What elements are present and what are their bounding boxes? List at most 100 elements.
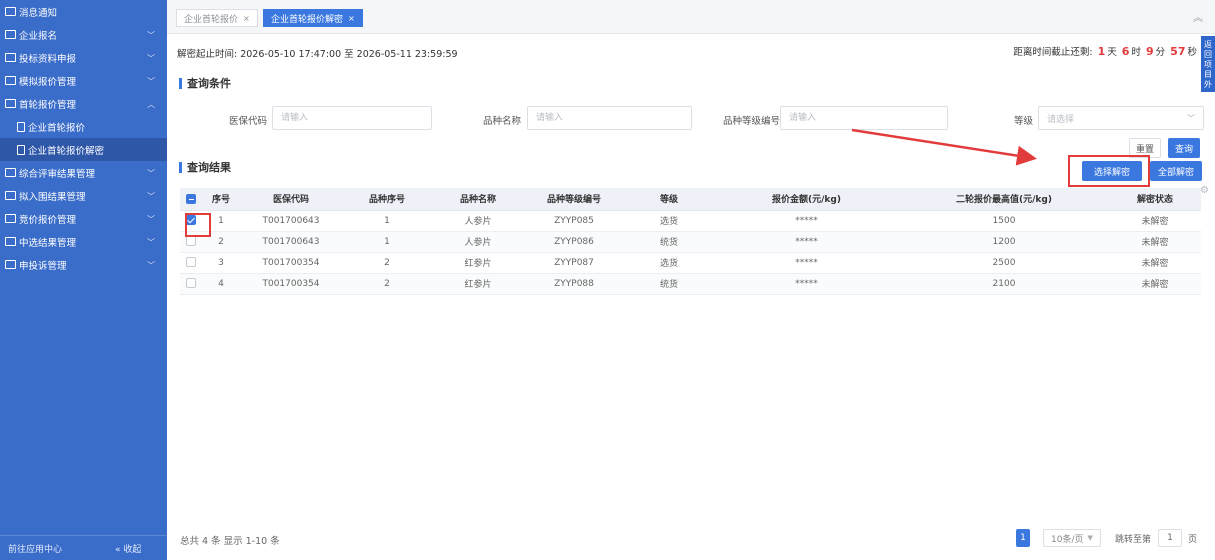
table-cell: ZYYP087 bbox=[524, 252, 624, 274]
table-cell: 统货 bbox=[624, 273, 714, 295]
sidebar-item-label: 首轮报价管理 bbox=[19, 99, 77, 111]
table-cell: 1200 bbox=[899, 231, 1109, 253]
document-icon bbox=[17, 144, 25, 155]
decrypt-period: 解密起止时间: 2026-05-10 17:47:00 至 2026-05-11… bbox=[177, 49, 458, 60]
table-cell: 未解密 bbox=[1109, 273, 1201, 295]
table-cell: 未解密 bbox=[1109, 252, 1201, 274]
sidebar-item-first-round-quote[interactable]: 企业首轮报价 bbox=[0, 115, 167, 138]
table-cell: 未解密 bbox=[1109, 231, 1201, 253]
table-row[interactable]: 1 T001700643 1 人参片 ZYYP085 选货 ***** 1500… bbox=[180, 210, 1201, 232]
gear-icon[interactable]: ⚙ bbox=[1200, 185, 1209, 196]
search-button[interactable]: 查询 bbox=[1168, 138, 1200, 158]
row-select-cell[interactable] bbox=[180, 252, 202, 274]
chevron-down-icon: ﹀ bbox=[147, 192, 155, 201]
sidebar-item-label: 企业首轮报价解密 bbox=[28, 145, 105, 157]
table-cell: 3 bbox=[202, 252, 240, 274]
sidebar: 消息通知 企业报名 ﹀ 投标资料申报 ﹀ 模拟报价管理 ﹀ 首轮报价管理 ︿ 企业首轮报… bbox=[0, 0, 167, 560]
folder-icon bbox=[5, 99, 16, 108]
page-size-select[interactable]: 10条/页 ▼ bbox=[1043, 529, 1101, 547]
table-cell: ***** bbox=[714, 273, 899, 295]
table-row[interactable]: 4 T001700354 2 红参片 ZYYP088 统货 ***** 2100… bbox=[180, 273, 1201, 295]
table-cell: 选货 bbox=[624, 210, 714, 232]
row-select-cell[interactable] bbox=[180, 273, 202, 295]
table-cell: 2100 bbox=[899, 273, 1109, 295]
tab-first-round-quote[interactable]: 企业首轮报价 × bbox=[176, 9, 258, 27]
sidebar-item-first-round[interactable]: 首轮报价管理 ︿ bbox=[0, 92, 167, 115]
table-cell: T001700643 bbox=[240, 231, 342, 253]
grade-number-input[interactable] bbox=[780, 106, 948, 130]
chevron-down-icon: ﹀ bbox=[147, 238, 155, 247]
insurance-code-label: 医保代码 bbox=[229, 116, 268, 127]
countdown-minutes-unit: 分 bbox=[1155, 47, 1166, 58]
sidebar-item-complaints[interactable]: 申投诉管理 ﹀ bbox=[0, 253, 167, 276]
sidebar-item-bidding-quote[interactable]: 竞价报价管理 ﹀ bbox=[0, 207, 167, 230]
sidebar-item-notifications[interactable]: 消息通知 bbox=[0, 0, 167, 23]
chevron-down-icon: ﹀ bbox=[147, 77, 155, 86]
variety-name-label: 品种名称 bbox=[483, 116, 522, 127]
table-row[interactable]: 3 T001700354 2 红参片 ZYYP087 选货 ***** 2500… bbox=[180, 252, 1201, 274]
grade-select[interactable]: 请选择 ﹀ bbox=[1038, 106, 1204, 130]
document-icon bbox=[5, 7, 16, 16]
sidebar-item-first-round-decrypt[interactable]: 企业首轮报价解密 bbox=[0, 138, 167, 161]
table-cell: ZYYP086 bbox=[524, 231, 624, 253]
table-cell: 1 bbox=[342, 210, 432, 232]
decrypt-all-button[interactable]: 全部解密 bbox=[1150, 161, 1202, 181]
grade-number-label: 品种等级编号 bbox=[723, 116, 781, 127]
chevron-down-icon: ﹀ bbox=[147, 261, 155, 270]
table-cell: T001700643 bbox=[240, 210, 342, 232]
table-row[interactable]: 2 T001700643 1 人参片 ZYYP086 统货 ***** 1200… bbox=[180, 231, 1201, 253]
chevron-up-icon: ︿ bbox=[147, 100, 155, 109]
select-all-checkbox[interactable] bbox=[186, 193, 196, 204]
countdown: 距离时间截止还剩: 1天 6时 9分 57 秒 bbox=[1013, 44, 1197, 58]
sidebar-item-registration[interactable]: 企业报名 ﹀ bbox=[0, 23, 167, 46]
sidebar-item-bid-materials[interactable]: 投标资料申报 ﹀ bbox=[0, 46, 167, 69]
column-header: 品种序号 bbox=[342, 188, 432, 211]
sidebar-item-selection-results[interactable]: 中选结果管理 ﹀ bbox=[0, 230, 167, 253]
row-checkbox[interactable] bbox=[186, 278, 196, 289]
tab-first-round-decrypt[interactable]: 企业首轮报价解密 × bbox=[263, 9, 363, 27]
row-checkbox[interactable] bbox=[186, 257, 196, 268]
collapse-up-icon[interactable]: ︽ bbox=[1193, 9, 1203, 24]
folder-icon bbox=[5, 76, 16, 85]
variety-name-input[interactable] bbox=[527, 106, 692, 130]
close-icon[interactable]: × bbox=[348, 14, 355, 23]
chevron-down-icon: ﹀ bbox=[147, 31, 155, 40]
table-cell: T001700354 bbox=[240, 273, 342, 295]
results-section-title: 查询结果 bbox=[179, 162, 231, 173]
collapse-sidebar-button[interactable]: « 收起 bbox=[95, 542, 141, 555]
countdown-minutes: 9 bbox=[1145, 45, 1154, 58]
sidebar-item-mock-quote[interactable]: 模拟报价管理 ﹀ bbox=[0, 69, 167, 92]
chevron-down-icon: ﹀ bbox=[147, 54, 155, 63]
folder-icon bbox=[5, 191, 16, 200]
back-to-project-button[interactable]: 返回项目外 bbox=[1201, 36, 1215, 92]
row-checkbox[interactable] bbox=[186, 236, 196, 247]
triangle-down-icon: ▼ bbox=[1087, 534, 1093, 542]
app-center-link[interactable]: 前往应用中心 bbox=[0, 542, 95, 555]
table-cell: ***** bbox=[714, 231, 899, 253]
folder-icon bbox=[5, 168, 16, 177]
insurance-code-input[interactable] bbox=[272, 106, 432, 130]
highlight-box-row-checkbox bbox=[185, 213, 211, 237]
table-cell: 未解密 bbox=[1109, 210, 1201, 232]
folder-icon bbox=[5, 260, 16, 269]
page-number-button[interactable]: 1 bbox=[1016, 529, 1030, 547]
sidebar-item-review-results[interactable]: 综合评审结果管理 ﹀ bbox=[0, 161, 167, 184]
tab-bar: 企业首轮报价 × 企业首轮报价解密 × ︽ bbox=[167, 0, 1215, 34]
table-cell: 人参片 bbox=[432, 231, 524, 253]
select-all-cell[interactable] bbox=[180, 188, 202, 211]
sidebar-item-label: 申投诉管理 bbox=[19, 260, 67, 272]
sidebar-item-label: 模拟报价管理 bbox=[19, 76, 77, 88]
grade-label: 等级 bbox=[1014, 116, 1034, 127]
table-cell: 人参片 bbox=[432, 210, 524, 232]
table-cell: 红参片 bbox=[432, 252, 524, 274]
sidebar-item-shortlist-results[interactable]: 拟入围结果管理 ﹀ bbox=[0, 184, 167, 207]
results-table: 序号 医保代码 品种序号 品种名称 品种等级编号 等级 报价金额(元/kg) 二… bbox=[180, 188, 1201, 295]
close-icon[interactable]: × bbox=[243, 14, 250, 23]
table-cell: 1500 bbox=[899, 210, 1109, 232]
column-header: 解密状态 bbox=[1109, 188, 1201, 211]
sidebar-item-label: 消息通知 bbox=[19, 7, 58, 19]
jump-page-input[interactable]: 1 bbox=[1158, 529, 1182, 547]
table-cell: 2 bbox=[342, 252, 432, 274]
sidebar-item-label: 企业首轮报价 bbox=[28, 122, 86, 134]
table-cell: ***** bbox=[714, 252, 899, 274]
